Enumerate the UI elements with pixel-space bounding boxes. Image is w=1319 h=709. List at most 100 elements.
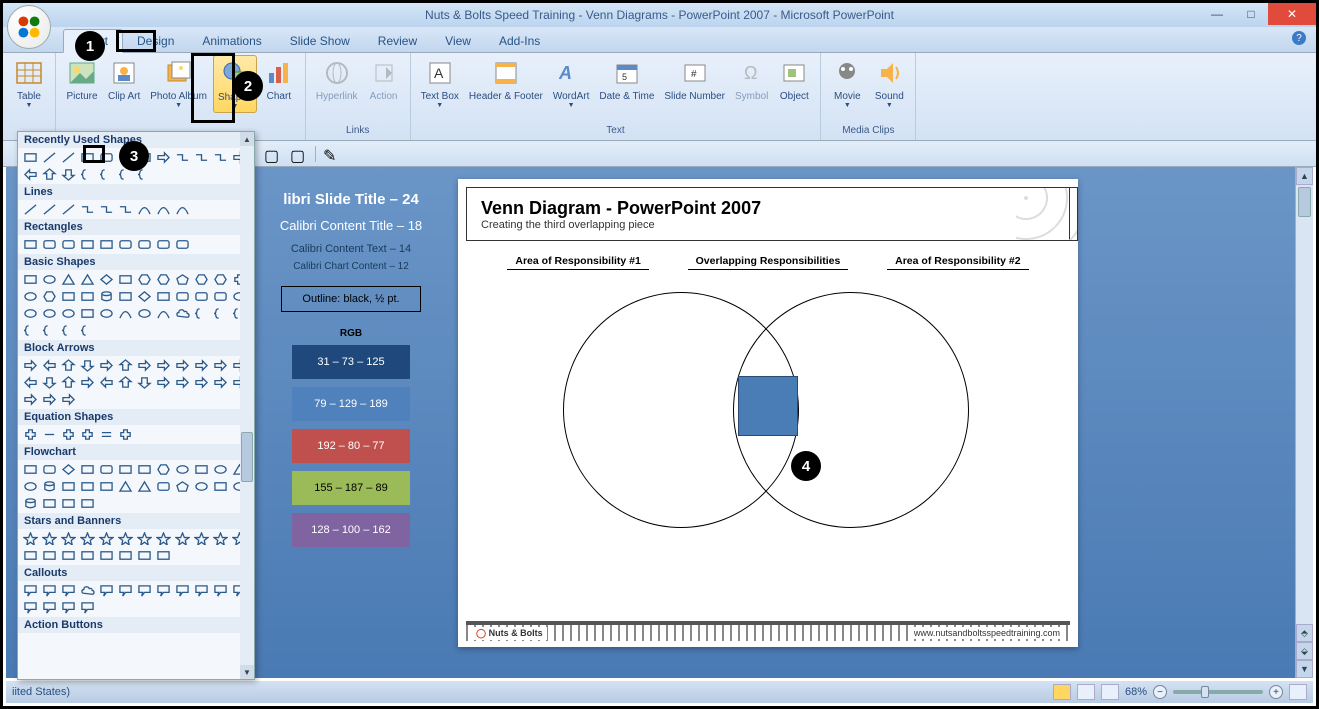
shape-option[interactable]: [155, 237, 172, 252]
shape-option[interactable]: [136, 289, 153, 304]
shape-option[interactable]: [22, 323, 39, 338]
shape-option[interactable]: [193, 358, 210, 373]
scroll-down-icon[interactable]: ▼: [1296, 660, 1313, 678]
shape-option[interactable]: [79, 237, 96, 252]
shape-option[interactable]: [60, 392, 77, 407]
shape-option[interactable]: [155, 462, 172, 477]
shape-option[interactable]: [117, 583, 134, 598]
shape-option[interactable]: [22, 600, 39, 615]
shape-option[interactable]: [41, 600, 58, 615]
qat-item[interactable]: ▢: [263, 145, 283, 163]
shape-option[interactable]: [98, 289, 115, 304]
shape-option[interactable]: [79, 272, 96, 287]
shape-option[interactable]: [22, 496, 39, 511]
office-button[interactable]: [7, 5, 51, 49]
shape-option[interactable]: [155, 531, 172, 546]
shape-option[interactable]: [41, 583, 58, 598]
shape-option[interactable]: [117, 306, 134, 321]
view-sorter-button[interactable]: [1077, 684, 1095, 700]
shape-option[interactable]: [155, 289, 172, 304]
shape-option[interactable]: [60, 237, 77, 252]
shape-option[interactable]: [22, 150, 39, 165]
shape-option[interactable]: [98, 237, 115, 252]
tab-review[interactable]: Review: [364, 30, 431, 52]
zoom-fit-button[interactable]: [1289, 684, 1307, 700]
shape-option[interactable]: [155, 583, 172, 598]
dd-scroll-down-icon[interactable]: ▼: [240, 665, 254, 679]
shape-option[interactable]: [79, 462, 96, 477]
shape-option[interactable]: [22, 289, 39, 304]
shape-option[interactable]: [41, 496, 58, 511]
wordart-button[interactable]: AWordArt▼: [549, 55, 594, 111]
shape-option[interactable]: [79, 167, 96, 182]
shape-option[interactable]: [136, 237, 153, 252]
shape-option[interactable]: [60, 600, 77, 615]
shape-option[interactable]: [41, 531, 58, 546]
shape-option[interactable]: [98, 531, 115, 546]
shape-option[interactable]: [98, 583, 115, 598]
shape-option[interactable]: [117, 202, 134, 217]
textbox-button[interactable]: AText Box▼: [417, 55, 463, 111]
shape-option[interactable]: [60, 496, 77, 511]
shape-option[interactable]: [98, 479, 115, 494]
shape-option[interactable]: [193, 375, 210, 390]
shape-option[interactable]: [41, 237, 58, 252]
tab-view[interactable]: View: [431, 30, 485, 52]
shape-option[interactable]: [117, 375, 134, 390]
shape-option[interactable]: [41, 358, 58, 373]
shape-option[interactable]: [155, 202, 172, 217]
shape-option[interactable]: [60, 531, 77, 546]
shape-option[interactable]: [79, 479, 96, 494]
hyperlink-button[interactable]: Hyperlink: [312, 55, 362, 104]
slide-canvas[interactable]: Venn Diagram - PowerPoint 2007 Creating …: [458, 179, 1078, 647]
dd-scroll-up-icon[interactable]: ▲: [240, 132, 254, 146]
shape-option[interactable]: [60, 306, 77, 321]
shape-option[interactable]: [22, 392, 39, 407]
shape-option[interactable]: [117, 289, 134, 304]
shape-option[interactable]: [212, 479, 229, 494]
shape-option[interactable]: [22, 479, 39, 494]
shape-option[interactable]: [22, 427, 39, 442]
shape-option[interactable]: [193, 272, 210, 287]
shape-option[interactable]: [22, 583, 39, 598]
shape-option[interactable]: [22, 531, 39, 546]
shape-option[interactable]: [193, 289, 210, 304]
shape-option[interactable]: [155, 548, 172, 563]
shape-option[interactable]: [117, 427, 134, 442]
shape-option[interactable]: [117, 237, 134, 252]
shape-option[interactable]: [212, 289, 229, 304]
shape-option[interactable]: [98, 202, 115, 217]
slidenumber-button[interactable]: #Slide Number: [660, 55, 729, 104]
shape-option[interactable]: [193, 583, 210, 598]
shape-option[interactable]: [136, 583, 153, 598]
sound-button[interactable]: Sound▼: [869, 55, 909, 111]
picture-button[interactable]: Picture: [62, 55, 102, 104]
clipart-button[interactable]: Clip Art: [104, 55, 144, 104]
shape-option[interactable]: [79, 202, 96, 217]
shape-option[interactable]: [136, 462, 153, 477]
zoom-out-button[interactable]: −: [1153, 685, 1167, 699]
shape-option[interactable]: [79, 548, 96, 563]
shape-option[interactable]: [22, 272, 39, 287]
shape-option[interactable]: [60, 479, 77, 494]
shape-option[interactable]: [136, 375, 153, 390]
shape-option[interactable]: [41, 462, 58, 477]
shape-option[interactable]: [41, 375, 58, 390]
shape-option[interactable]: [60, 375, 77, 390]
shape-option[interactable]: [212, 306, 229, 321]
shape-option[interactable]: [117, 479, 134, 494]
shape-option[interactable]: [41, 272, 58, 287]
shape-option[interactable]: [174, 150, 191, 165]
shape-option[interactable]: [136, 548, 153, 563]
shape-option[interactable]: [41, 427, 58, 442]
zoom-thumb[interactable]: [1201, 686, 1209, 698]
shape-option[interactable]: [98, 427, 115, 442]
minimize-button[interactable]: —: [1200, 3, 1234, 25]
shape-option[interactable]: [212, 462, 229, 477]
symbol-button[interactable]: ΩSymbol: [731, 55, 772, 104]
shape-option[interactable]: [174, 306, 191, 321]
tab-addins[interactable]: Add-Ins: [485, 30, 554, 52]
shape-option[interactable]: [155, 375, 172, 390]
close-button[interactable]: ✕: [1268, 3, 1316, 25]
prev-slide-icon[interactable]: ⬘: [1296, 624, 1313, 642]
